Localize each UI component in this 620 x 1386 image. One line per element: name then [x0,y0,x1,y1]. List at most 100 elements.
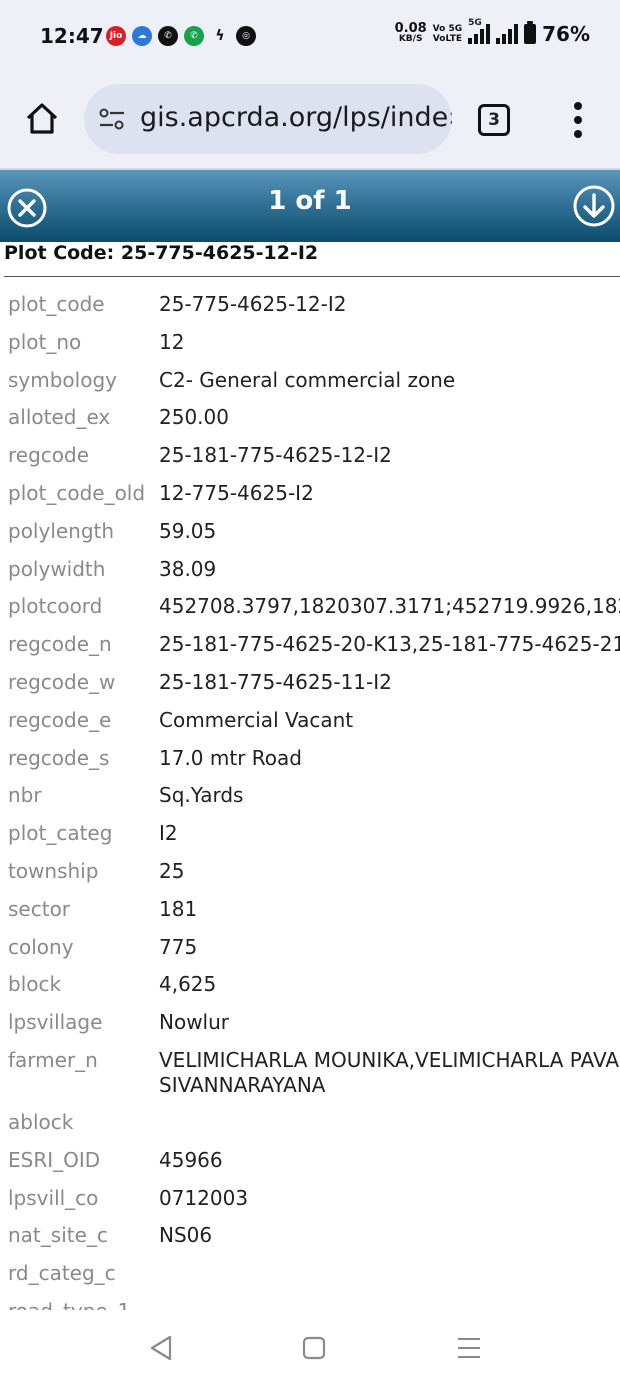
attribute-value: 25-181-775-4625-12-I2 [159,443,392,468]
attribute-row: symbology C2- General commercial zone [0,362,620,400]
attribute-row: plot_code 25-775-4625-12-I2 [0,286,620,324]
attribute-value: 59.05 [159,518,217,543]
attribute-row: regcode_n 25-181-775-4625-20-K13,25-181-7… [0,626,620,664]
attribute-row: nbr Sq.Yards [0,777,620,815]
attribute-row: plot_no 12 [0,324,620,362]
browser-toolbar: gis.apcrda.org/lps/inde› 3 [0,74,620,168]
divider [4,276,620,277]
bolt-icon: ϟ [215,28,225,44]
attribute-value: 25 [159,858,185,883]
attribute-row: regcode_w 25-181-775-4625-11-I2 [0,664,620,702]
attribute-row: regcode 25-181-775-4625-12-I2 [0,437,620,475]
attribute-key: block [8,972,62,997]
attribute-key: ablock [8,1109,74,1134]
attribute-table[interactable]: plot_code 25-775-4625-12-I2 plot_no 12 symbo… [0,286,620,1310]
attribute-key: road_type_1 [0,1293,159,1310]
net-speed-unit: KB/S [398,34,423,44]
attribute-key: plot_categ [8,821,113,846]
attribute-key: regcode [8,443,90,468]
attribute-row: regcode_s 17.0 mtr Road [0,740,620,778]
system-nav-bar [0,1310,620,1386]
attribute-value-line: VELIMICHARLA MOUNIKA,VELIMICHARLA PAVA [159,1047,620,1072]
attribute-row: ESRI_OID 45966 [0,1142,620,1180]
volte-indicator: Vo 5G VoLTE [433,24,462,44]
attribute-row: ablock [0,1104,620,1142]
attribute-row: farmer_n VELIMICHARLA MOUNIKA,VELIMICHARL… [0,1042,620,1104]
plot-code-heading: Plot Code: 25-775-4625-12-I2 [4,242,319,264]
attribute-key: polywidth [8,556,106,581]
attribute-key: symbology [8,367,117,392]
popup-header: 1 of 1 [0,168,620,242]
whatsapp-icon: ✆ [158,26,178,46]
notification-icons: Jio ☁ ✆ ✆ ϟ ◎ [106,26,256,46]
attribute-value: 25-181-775-4625-20-K13,25-181-775-4625-2… [159,632,620,657]
attribute-key: plot_code [8,292,105,316]
status-indicators: 0.08 KB/S Vo 5G VoLTE 5G 76% [395,18,590,46]
next-arrow-icon[interactable] [572,184,616,228]
recents-icon[interactable] [456,1336,482,1360]
site-settings-icon[interactable] [98,108,126,130]
attribute-row: colony 775 [0,929,620,967]
back-icon[interactable] [148,1334,174,1362]
address-bar[interactable]: gis.apcrda.org/lps/inde› [84,84,452,154]
status-time: 12:47 [40,24,104,48]
attribute-value: 25-775-4625-12-I2 [159,292,347,316]
phone-icon: ✆ [184,26,204,46]
attribute-value: 12-775-4625-I2 [159,480,314,505]
tab-switcher-button[interactable]: 3 [478,104,510,136]
attribute-value: 25-181-775-4625-11-I2 [159,669,392,694]
attribute-value: 38.09 [159,556,217,581]
overflow-menu-icon[interactable] [566,100,590,140]
attribute-row: lpsvillage Nowlur [0,1004,620,1042]
attribute-value-line: SIVANNARAYANA [159,1072,326,1097]
attribute-row: lpsvill_co 0712003 [0,1180,620,1218]
attribute-key: farmer_n [8,1047,98,1072]
attribute-key: rd_categ_c [8,1261,116,1286]
attribute-key: regcode_n [8,632,112,657]
attribute-key: lpsvillage [8,1010,103,1035]
attribute-key: township [8,858,99,883]
attribute-value: 17.0 mtr Road [159,745,302,770]
attribute-key: nbr [8,783,42,808]
attribute-row: plot_categ I2 [0,815,620,853]
attribute-row: township 25 [0,853,620,891]
attribute-row: polylength 59.05 [0,513,620,551]
jio-icon: Jio [106,26,126,46]
attribute-key: colony [8,934,74,959]
attribute-row: polywidth 38.09 [0,551,620,589]
attribute-key: regcode_w [8,669,116,694]
attribute-value: Commercial Vacant [159,707,354,732]
attribute-row: road_type_1 [0,1293,620,1310]
popup-title: 1 of 1 [268,186,352,216]
net-speed: 0.08 KB/S [395,22,427,45]
url-text[interactable]: gis.apcrda.org/lps/inde› [140,102,452,133]
signal-5g: 5G [468,18,491,44]
attribute-key: regcode_s [8,745,110,770]
volte-bottom: VoLTE [432,34,462,44]
attribute-key: regcode_e [8,707,112,732]
attribute-row: regcode_e Commercial Vacant [0,702,620,740]
attribute-row: rd_categ_c [0,1255,620,1293]
home-icon[interactable] [24,100,60,136]
attribute-value: Sq.Yards [159,783,244,808]
attribute-value: Nowlur [159,1010,230,1035]
battery-level: 76% [542,22,590,46]
attribute-row: sector 181 [0,891,620,929]
attribute-key: plot_code_old [8,480,146,505]
status-bar: 12:47 Jio ☁ ✆ ✆ ϟ ◎ 0.08 KB/S Vo 5G VoLT… [0,0,620,74]
attribute-key: plotcoord [8,594,103,619]
attribute-key: ESRI_OID [8,1147,101,1172]
attribute-value: 775 [159,934,198,959]
attribute-value: 0712003 [159,1185,249,1210]
battery-icon [524,21,537,44]
attribute-row: plot_code_old 12-775-4625-I2 [0,475,620,513]
attribute-value: 452708.3797,1820307.3171;452719.9926,182… [159,594,620,619]
attribute-key: sector [8,896,71,921]
attribute-value: C2- General commercial zone [159,367,456,392]
attribute-key: polylength [8,518,115,543]
home-square-icon[interactable] [302,1336,326,1360]
attribute-value: 250.00 [159,405,229,430]
attribute-value: I2 [159,821,178,846]
chrome-icon: ◎ [236,26,256,46]
attribute-value: 12 [159,329,185,354]
